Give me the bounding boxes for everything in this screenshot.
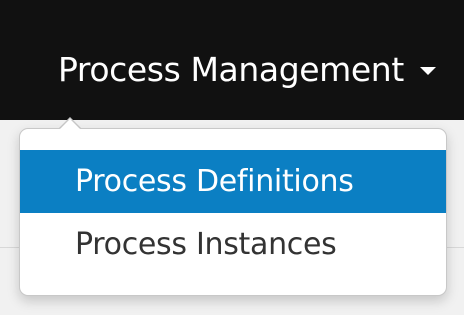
process-management-menu-toggle[interactable]: Process Management (58, 44, 436, 94)
menu-item-label: Process Instances (75, 227, 337, 262)
caret-down-icon (419, 67, 436, 75)
dropdown-pointer-inner (59, 119, 81, 130)
top-navbar: Process Management (0, 0, 464, 120)
process-management-dropdown: Process Definitions Process Instances (19, 128, 447, 296)
menu-item-process-instances[interactable]: Process Instances (20, 213, 446, 276)
dropdown-menu-list: Process Definitions Process Instances (20, 150, 446, 276)
menu-item-process-definitions[interactable]: Process Definitions (20, 150, 446, 213)
menu-item-label: Process Definitions (75, 164, 354, 199)
process-management-label: Process Management (58, 49, 404, 89)
